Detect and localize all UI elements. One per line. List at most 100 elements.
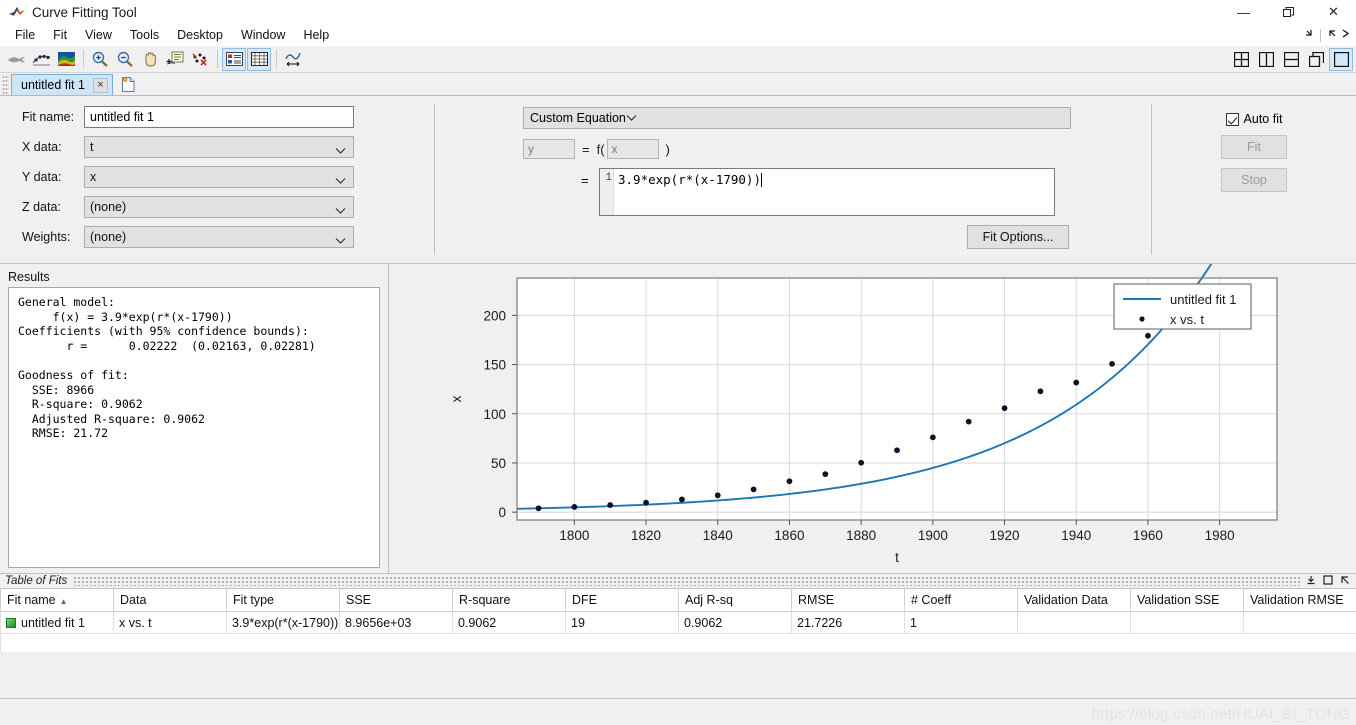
svg-text:0: 0: [498, 505, 506, 520]
column-header-dfe[interactable]: DFE: [565, 589, 679, 612]
column-header-rmse[interactable]: RMSE: [791, 589, 905, 612]
minimize-button[interactable]: —: [1221, 0, 1266, 24]
weights-value: (none): [90, 229, 127, 244]
fit-tab-strip: untitled fit 1 ×: [0, 73, 1356, 96]
svg-text:1860: 1860: [774, 528, 804, 543]
column-header-validation-data[interactable]: Validation Data: [1017, 589, 1131, 612]
menu-view[interactable]: View: [76, 26, 121, 44]
legend-toggle-icon[interactable]: [222, 47, 246, 71]
window-controls: — ✕: [1221, 0, 1356, 24]
equation-signature-row: y = f( x ): [523, 139, 1151, 159]
fit-type-select[interactable]: Custom Equation: [523, 107, 1071, 129]
svg-text:untitled fit 1: untitled fit 1: [1170, 292, 1237, 307]
expand-arrow-icon[interactable]: [1341, 28, 1350, 42]
toolbar-divider-3: [276, 50, 277, 68]
table-of-fits[interactable]: Fit name ▲ Data Fit type SSE R-square DFE…: [0, 589, 1356, 634]
fit-options-button[interactable]: Fit Options...: [967, 225, 1069, 249]
fit-curve-icon[interactable]: [4, 48, 28, 71]
pan-hand-icon[interactable]: [138, 48, 162, 71]
fit-plot[interactable]: 1800 1820 1840 1860 1880 1900 1920 1940 1960 1980…: [389, 264, 1356, 573]
independent-var-input[interactable]: x: [606, 139, 659, 159]
column-header-validation-sse[interactable]: Validation SSE: [1130, 589, 1244, 612]
data-points-icon[interactable]: [29, 48, 53, 71]
cell-fit-name: untitled fit 1: [0, 611, 114, 634]
menu-desktop[interactable]: Desktop: [168, 26, 232, 44]
dock-arrow-icon[interactable]: [1303, 28, 1314, 42]
z-data-value: (none): [90, 199, 127, 214]
dependent-var-input[interactable]: y: [523, 139, 575, 159]
toolbar-divider-2: [217, 50, 218, 68]
window-title: Curve Fitting Tool: [32, 4, 137, 20]
close-button[interactable]: ✕: [1311, 0, 1356, 24]
cell-validation-data: [1017, 611, 1131, 634]
weights-row: Weights: (none): [22, 225, 434, 248]
zoom-in-icon[interactable]: [88, 48, 112, 71]
main-toolbar: [0, 46, 1356, 73]
layout-grid-icon[interactable]: [1229, 48, 1253, 71]
column-header-fit-type[interactable]: Fit type: [226, 589, 340, 612]
surface-plot-icon[interactable]: [54, 48, 78, 71]
axes-limits-icon[interactable]: [281, 48, 305, 71]
fit-button[interactable]: Fit: [1221, 135, 1287, 159]
menu-window[interactable]: Window: [232, 26, 294, 44]
maximize-button[interactable]: [1266, 0, 1311, 24]
svg-text:200: 200: [483, 308, 506, 323]
menu-fit[interactable]: Fit: [44, 26, 76, 44]
svg-text:x: x: [449, 395, 464, 402]
maximize-panel-icon[interactable]: [1323, 574, 1333, 588]
x-data-select[interactable]: t: [84, 135, 354, 158]
column-header-data[interactable]: Data: [113, 589, 227, 612]
table-row[interactable]: untitled fit 1 x vs. t 3.9*exp(r*(x-1790…: [0, 611, 1356, 634]
svg-text:50: 50: [491, 456, 506, 471]
function-label: f(: [596, 141, 605, 157]
cell-adj-r-sq: 0.9062: [678, 611, 792, 634]
menu-tools[interactable]: Tools: [121, 26, 168, 44]
equals-symbol: =: [582, 141, 590, 157]
layout-rows-icon[interactable]: [1279, 48, 1303, 71]
panel-drag-handle[interactable]: [73, 576, 1300, 586]
stop-button[interactable]: Stop: [1221, 168, 1287, 192]
grid-toggle-icon[interactable]: [247, 47, 271, 71]
column-header-r-square[interactable]: R-square: [452, 589, 566, 612]
column-header-validation-rmse[interactable]: Validation RMSE: [1243, 589, 1356, 612]
new-fit-icon[interactable]: [117, 74, 141, 95]
plot-panel[interactable]: 1800 1820 1840 1860 1880 1900 1920 1940 1960 1980…: [388, 264, 1356, 573]
watermark-text: https://blog.csdn.net/HUAI_BI_TONG: [1091, 706, 1350, 723]
menu-help[interactable]: Help: [294, 26, 338, 44]
tab-untitled-fit-1[interactable]: untitled fit 1 ×: [11, 74, 113, 95]
column-header-sse[interactable]: SSE: [339, 589, 453, 612]
column-header-fit-name[interactable]: Fit name ▲: [0, 589, 114, 612]
column-header-adj-r-sq[interactable]: Adj R-sq: [678, 589, 792, 612]
layout-single-icon[interactable]: [1329, 47, 1353, 71]
cell-num-coeff: 1: [904, 611, 1018, 634]
menubar-divider: [1320, 28, 1321, 42]
weights-select[interactable]: (none): [84, 225, 354, 248]
column-header-num-coeff[interactable]: # Coeff: [904, 589, 1018, 612]
z-data-select[interactable]: (none): [84, 195, 354, 218]
svg-text:150: 150: [483, 358, 506, 373]
cell-validation-sse: [1130, 611, 1244, 634]
zoom-out-icon[interactable]: [113, 48, 137, 71]
svg-text:1960: 1960: [1133, 528, 1163, 543]
exclude-outliers-icon[interactable]: [188, 48, 212, 71]
status-bar: https://blog.csdn.net/HUAI_BI_TONG: [0, 698, 1356, 725]
undock-arrow-icon[interactable]: [1327, 28, 1338, 42]
fit-name-input[interactable]: untitled fit 1: [84, 105, 354, 128]
chevron-down-icon: [335, 171, 346, 191]
minimize-panel-icon[interactable]: [1306, 575, 1316, 588]
tab-strip-grip[interactable]: [2, 75, 9, 94]
equation-equals-symbol: =: [581, 173, 589, 188]
svg-text:1840: 1840: [703, 528, 733, 543]
text-caret: [761, 173, 762, 187]
undock-panel-icon[interactable]: [1340, 575, 1350, 588]
equation-editor[interactable]: 1 3.9*exp(r*(x-1790)): [599, 168, 1055, 216]
menu-file[interactable]: File: [6, 26, 44, 44]
layout-cascade-icon[interactable]: [1304, 48, 1328, 71]
layout-columns-icon[interactable]: [1254, 48, 1278, 71]
auto-fit-checkbox[interactable]: Auto fit: [1152, 112, 1356, 126]
svg-text:1980: 1980: [1205, 528, 1235, 543]
chevron-down-icon: [626, 111, 637, 125]
y-data-select[interactable]: x: [84, 165, 354, 191]
data-cursor-icon[interactable]: [163, 48, 187, 71]
tab-close-icon[interactable]: ×: [92, 77, 108, 93]
